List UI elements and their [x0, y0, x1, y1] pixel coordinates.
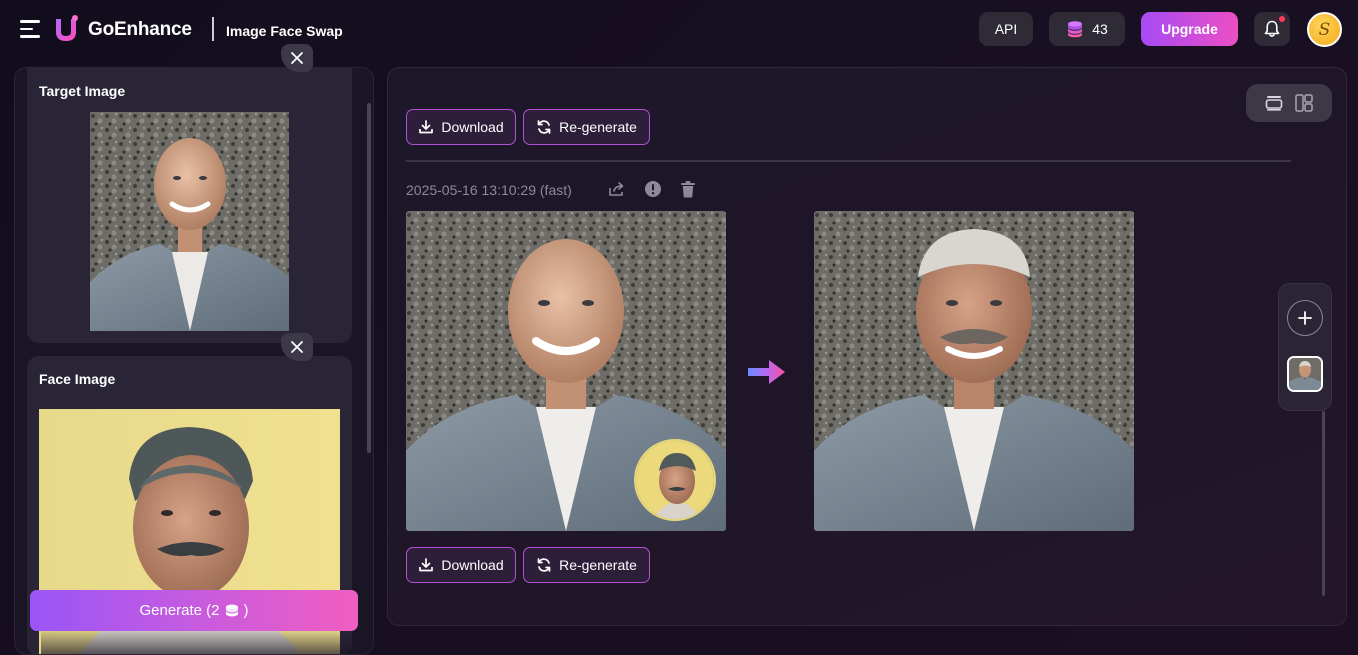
left-panel-scrollbar[interactable] — [367, 103, 371, 453]
regenerate-button[interactable]: Re-generate — [523, 109, 650, 145]
notifications-button[interactable] — [1254, 12, 1290, 46]
plus-icon — [1298, 311, 1312, 325]
goenhance-logo-icon[interactable] — [51, 13, 81, 45]
generate-label: Generate (2 — [139, 602, 220, 619]
avatar-letter: S — [1318, 19, 1331, 40]
history-thumbnail[interactable] — [1287, 356, 1323, 392]
bell-icon — [1264, 20, 1280, 38]
close-icon — [290, 51, 304, 65]
notification-dot — [1279, 16, 1285, 22]
regenerate-label: Re-generate — [559, 119, 637, 135]
generate-suffix: ) — [243, 602, 249, 619]
brand-name[interactable]: GoEnhance — [88, 19, 192, 41]
regenerate-button[interactable]: Re-generate — [523, 547, 650, 583]
generate-button[interactable]: Generate (2 ) — [30, 590, 358, 631]
api-button[interactable]: API — [979, 12, 1033, 46]
section-divider — [406, 160, 1291, 162]
target-image-title: Target Image — [39, 83, 126, 99]
download-icon — [418, 557, 434, 573]
user-avatar[interactable]: S — [1307, 12, 1342, 47]
coin-icon — [224, 603, 240, 619]
result-image[interactable] — [814, 211, 1134, 531]
download-label: Download — [441, 119, 504, 135]
input-panel: Target Image Face Image — [14, 67, 374, 655]
refresh-icon — [536, 119, 552, 135]
download-button[interactable]: Download — [406, 109, 516, 145]
generation-timestamp: 2025-05-16 13:10:29 (fast) — [406, 182, 572, 198]
face-image-title: Face Image — [39, 371, 116, 387]
header-divider — [212, 17, 214, 41]
credits-button[interactable]: 43 — [1049, 12, 1125, 46]
close-icon — [290, 340, 304, 354]
upgrade-button[interactable]: Upgrade — [1141, 12, 1238, 46]
share-icon[interactable] — [607, 179, 627, 199]
results-scrollbar[interactable] — [1322, 411, 1325, 596]
view-toggle — [1246, 84, 1332, 122]
results-panel: Download Re-generate 2025-05-16 13:10:29… — [387, 67, 1347, 626]
add-generation-button[interactable] — [1287, 300, 1323, 336]
face-reference-badge — [634, 439, 716, 521]
info-icon[interactable] — [643, 179, 663, 199]
history-rail — [1278, 283, 1332, 411]
grid-view-icon[interactable] — [1294, 93, 1314, 113]
download-button[interactable]: Download — [406, 547, 516, 583]
trash-icon[interactable] — [678, 179, 698, 199]
coin-stack-icon — [1066, 20, 1084, 38]
menu-icon[interactable] — [20, 20, 40, 38]
page-title: Image Face Swap — [226, 23, 343, 39]
top-header: GoEnhance Image Face Swap API 43 Upgrade… — [0, 0, 1358, 60]
target-image-preview — [90, 112, 289, 331]
download-icon — [418, 119, 434, 135]
single-view-icon[interactable] — [1264, 93, 1284, 113]
download-label: Download — [441, 557, 504, 573]
regenerate-label: Re-generate — [559, 557, 637, 573]
arrow-right-icon — [747, 357, 787, 387]
refresh-icon — [536, 557, 552, 573]
target-image-card: Target Image — [27, 68, 352, 343]
credits-count: 43 — [1092, 21, 1108, 37]
